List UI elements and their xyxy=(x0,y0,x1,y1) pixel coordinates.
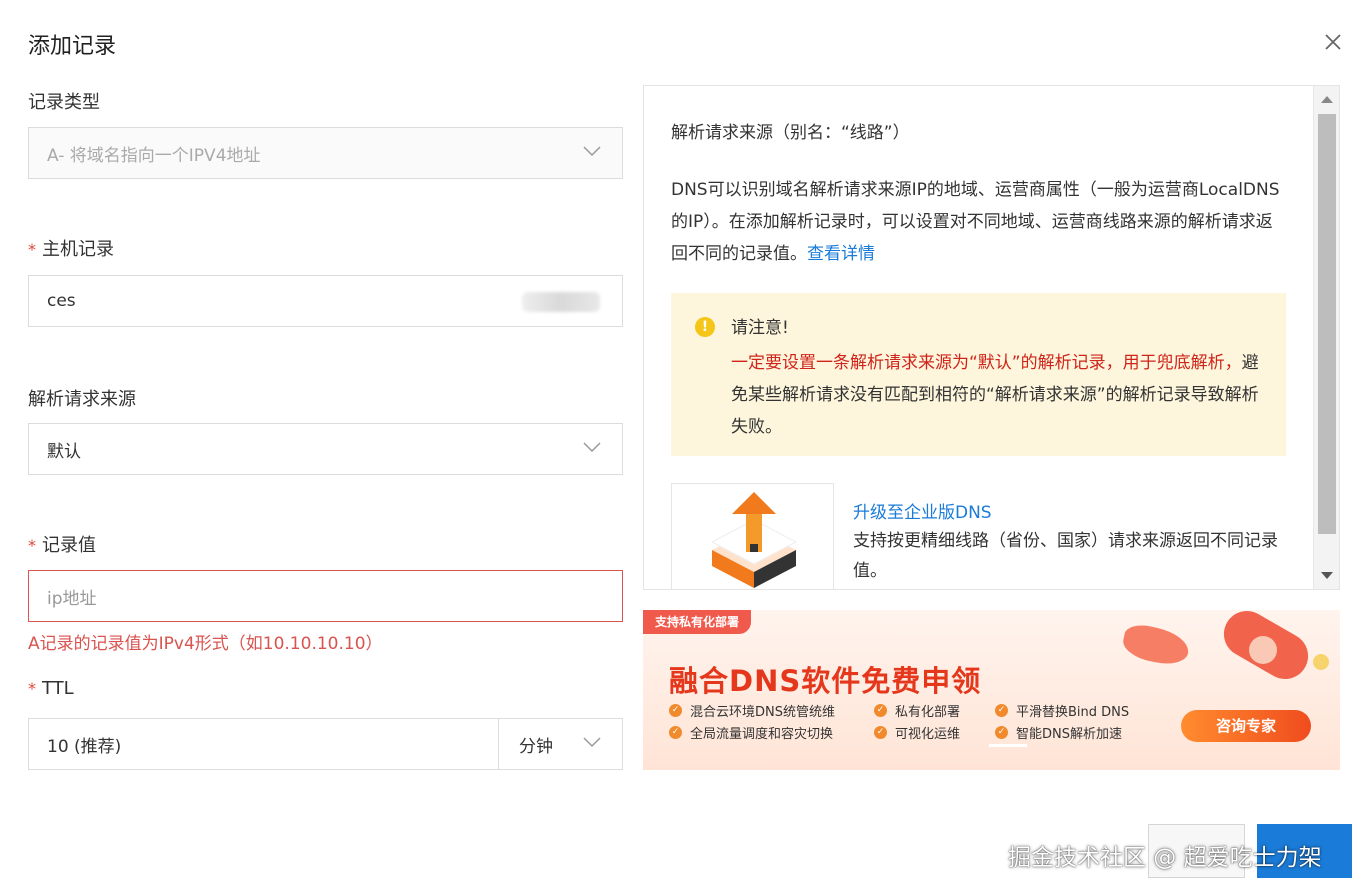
help-scrollbar[interactable] xyxy=(1313,86,1339,589)
resolve-source-label: 解析请求来源 xyxy=(28,389,136,410)
promo-banner[interactable]: 支持私有化部署 融合DNS软件免费申领 ✓ 混合云环境DNS统管统维 ✓ 私有化部署… xyxy=(643,610,1340,770)
ttl-unit-select[interactable]: 分钟 xyxy=(498,718,623,770)
required-mark: * xyxy=(28,679,36,698)
resolve-source-select[interactable]: 默认 xyxy=(28,423,623,475)
domain-suffix-blurred xyxy=(522,292,600,312)
upgrade-description: 支持按更精细线路（省份、国家）请求来源返回不同记录值。 xyxy=(853,531,1278,581)
help-heading: 解析请求来源（别名：“线路”） xyxy=(671,123,910,143)
banner-title: 融合DNS软件免费申领 xyxy=(669,664,982,698)
consult-expert-button[interactable]: 咨询专家 xyxy=(1181,710,1311,742)
ttl-value-select[interactable]: 10 (推荐) xyxy=(28,718,499,770)
scroll-up-arrow-icon[interactable] xyxy=(1321,96,1333,103)
record-value-input[interactable]: ip地址 xyxy=(28,570,623,622)
scroll-down-arrow-icon[interactable] xyxy=(1321,572,1333,579)
record-value-label: * 记录值 xyxy=(28,531,96,557)
feature-item: ✓ 平滑替换Bind DNS xyxy=(995,701,1129,720)
help-paragraph: DNS可以识别域名解析请求来源IP的地域、运营商属性（一般为运营商LocalDN… xyxy=(671,174,1286,270)
feature-item: ✓ 全局流量调度和容灾切换 xyxy=(669,723,833,742)
notice-box: ! 请注意! 一定要设置一条解析请求来源为“默认”的解析记录，用于兜底解析，避免… xyxy=(671,293,1286,456)
upgrade-enterprise-link[interactable]: 升级至企业版DNS xyxy=(853,498,992,523)
host-record-label-text: 主机记录 xyxy=(42,239,114,260)
resolve-source-value: 默认 xyxy=(47,441,81,462)
host-record-input[interactable]: ces xyxy=(28,275,623,327)
record-type-value: A- 将域名指向一个IPV4地址 xyxy=(47,145,261,166)
ttl-unit-value: 分钟 xyxy=(519,736,553,757)
notice-body-highlight: 一定要设置一条解析请求来源为“默认”的解析记录，用于兜底解析， xyxy=(731,353,1242,373)
required-mark: * xyxy=(28,536,36,555)
check-icon: ✓ xyxy=(995,726,1008,739)
decorative-underline xyxy=(989,744,1027,747)
feature-item: ✓ 混合云环境DNS统管统维 xyxy=(669,701,835,720)
record-type-label: 记录类型 xyxy=(28,92,100,113)
decorative-shape xyxy=(1249,636,1277,664)
chevron-down-icon xyxy=(583,442,601,453)
feature-text: 智能DNS解析加速 xyxy=(1016,727,1122,742)
decorative-shape xyxy=(1120,621,1192,669)
feature-text: 全局流量调度和容灾切换 xyxy=(690,727,834,742)
chevron-down-icon xyxy=(583,737,601,748)
upgrade-illustration xyxy=(671,483,834,589)
ttl-label: * TTL xyxy=(28,678,74,699)
check-icon: ✓ xyxy=(995,704,1008,717)
feature-item: ✓ 私有化部署 xyxy=(874,701,960,720)
chevron-down-icon xyxy=(583,146,601,157)
feature-text: 混合云环境DNS统管统维 xyxy=(690,705,835,720)
record-value-error: A记录的记录值为IPv4形式（如10.10.10.10） xyxy=(28,634,383,654)
dialog-title: 添加记录 xyxy=(28,34,117,59)
scroll-thumb[interactable] xyxy=(1318,114,1336,534)
check-icon: ✓ xyxy=(669,704,682,717)
upgrade-arrow-icon xyxy=(710,492,798,588)
help-panel: 解析请求来源（别名：“线路”） DNS可以识别域名解析请求来源IP的地域、运营商… xyxy=(643,85,1340,590)
feature-text: 可视化运维 xyxy=(895,727,961,742)
check-icon: ✓ xyxy=(874,726,887,739)
notice-title: 请注意! xyxy=(731,318,789,338)
banner-tag: 支持私有化部署 xyxy=(643,610,752,634)
view-details-link[interactable]: 查看详情 xyxy=(807,244,875,264)
ttl-label-text: TTL xyxy=(42,678,74,699)
record-type-select[interactable]: A- 将域名指向一个IPV4地址 xyxy=(28,127,623,179)
feature-text: 私有化部署 xyxy=(895,705,961,720)
feature-item: ✓ 智能DNS解析加速 xyxy=(995,723,1122,742)
warning-icon: ! xyxy=(695,317,715,337)
check-icon: ✓ xyxy=(874,704,887,717)
notice-body: 一定要设置一条解析请求来源为“默认”的解析记录，用于兜底解析，避免某些解析请求没… xyxy=(731,347,1271,443)
decorative-coin xyxy=(1313,654,1329,670)
record-value-label-text: 记录值 xyxy=(42,535,96,556)
feature-text: 平滑替换Bind DNS xyxy=(1016,705,1130,720)
watermark: 掘金技术社区 @ 超爱吃士力架 xyxy=(1008,845,1322,871)
feature-item: ✓ 可视化运维 xyxy=(874,723,960,742)
host-record-label: * 主机记录 xyxy=(28,235,114,261)
check-icon: ✓ xyxy=(669,726,682,739)
ttl-value: 10 (推荐) xyxy=(47,736,122,757)
required-mark: * xyxy=(28,240,36,259)
record-value-placeholder: ip地址 xyxy=(47,588,97,609)
close-icon[interactable] xyxy=(1321,30,1345,54)
host-record-value: ces xyxy=(47,291,76,311)
help-paragraph-text: DNS可以识别域名解析请求来源IP的地域、运营商属性（一般为运营商LocalDN… xyxy=(671,180,1280,264)
